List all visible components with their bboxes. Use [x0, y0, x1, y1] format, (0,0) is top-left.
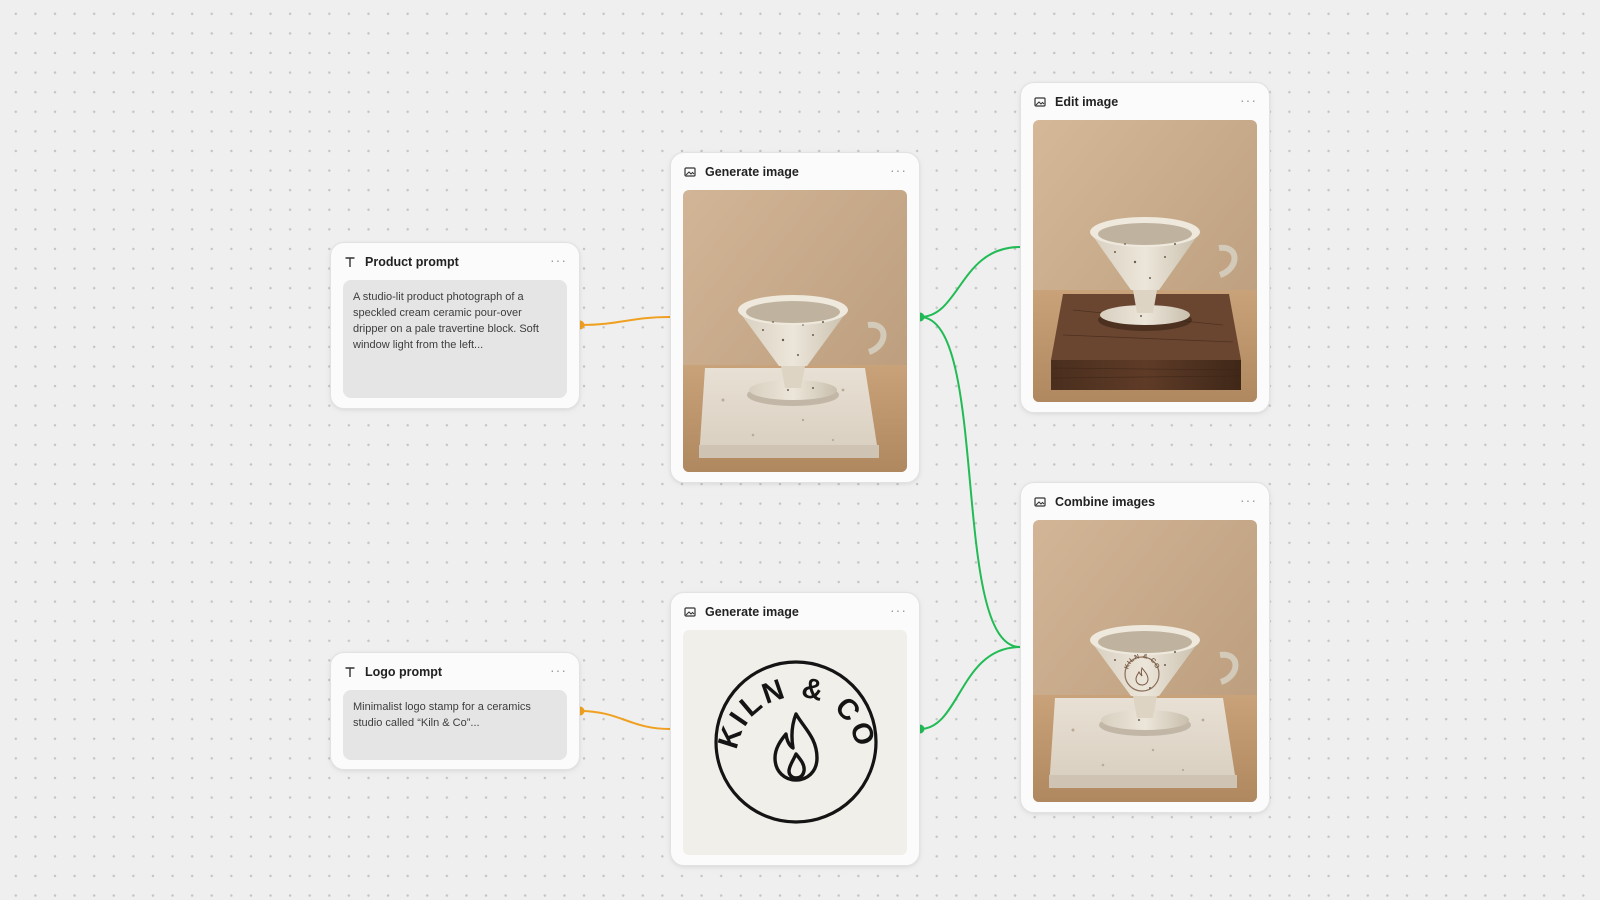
node-title: Logo prompt	[365, 664, 443, 679]
image-icon	[1033, 495, 1047, 509]
node-combine-images[interactable]: Combine images ··· KILN & CO	[1020, 482, 1270, 813]
node-logo-prompt[interactable]: Logo prompt ··· Minimalist logo stamp fo…	[330, 652, 580, 770]
more-options-icon[interactable]: ···	[550, 663, 567, 677]
wire-product-prompt-to-generate-image	[579, 316, 671, 326]
more-options-icon[interactable]: ···	[1240, 493, 1257, 507]
node-product-prompt[interactable]: Product prompt ··· A studio-lit product …	[330, 242, 580, 409]
text-icon	[343, 665, 357, 679]
generated-logo-image: KILN & CO	[683, 630, 907, 855]
node-header[interactable]: Logo prompt ···	[343, 653, 567, 690]
more-options-icon[interactable]: ···	[1240, 93, 1257, 107]
more-options-icon[interactable]: ···	[550, 253, 567, 267]
prompt-text[interactable]: A studio-lit product photograph of a spe…	[343, 280, 567, 398]
node-title: Generate image	[705, 604, 799, 619]
combined-image: KILN & CO	[1033, 520, 1257, 802]
image-icon	[1033, 95, 1047, 109]
more-options-icon[interactable]: ···	[890, 163, 907, 177]
node-generate-image-logo[interactable]: Generate image ··· KILN & CO	[670, 592, 920, 866]
more-options-icon[interactable]: ···	[890, 603, 907, 617]
node-header[interactable]: Generate image ···	[683, 153, 907, 190]
generated-image	[683, 190, 907, 472]
node-generate-image-product[interactable]: Generate image ···	[670, 152, 920, 483]
image-icon	[683, 165, 697, 179]
node-header[interactable]: Generate image ···	[683, 593, 907, 630]
node-edit-image[interactable]: Edit image ···	[1020, 82, 1270, 413]
wire-logo-prompt-to-generate-image	[579, 710, 671, 730]
node-title: Product prompt	[365, 254, 459, 269]
node-header[interactable]: Combine images ···	[1033, 483, 1257, 520]
node-title: Combine images	[1055, 494, 1156, 509]
wire-generate-image-to-edit-image	[919, 246, 1021, 318]
wire-logo-image-to-combine-images	[919, 646, 1021, 730]
image-icon	[683, 605, 697, 619]
prompt-text[interactable]: Minimalist logo stamp for a ceramics stu…	[343, 690, 567, 760]
edited-image	[1033, 120, 1257, 402]
text-icon	[343, 255, 357, 269]
node-title: Generate image	[705, 164, 799, 179]
node-header[interactable]: Edit image ···	[1033, 83, 1257, 120]
node-header[interactable]: Product prompt ···	[343, 243, 567, 280]
node-title: Edit image	[1055, 94, 1119, 109]
wire-generate-image-to-combine-images	[919, 316, 1021, 648]
